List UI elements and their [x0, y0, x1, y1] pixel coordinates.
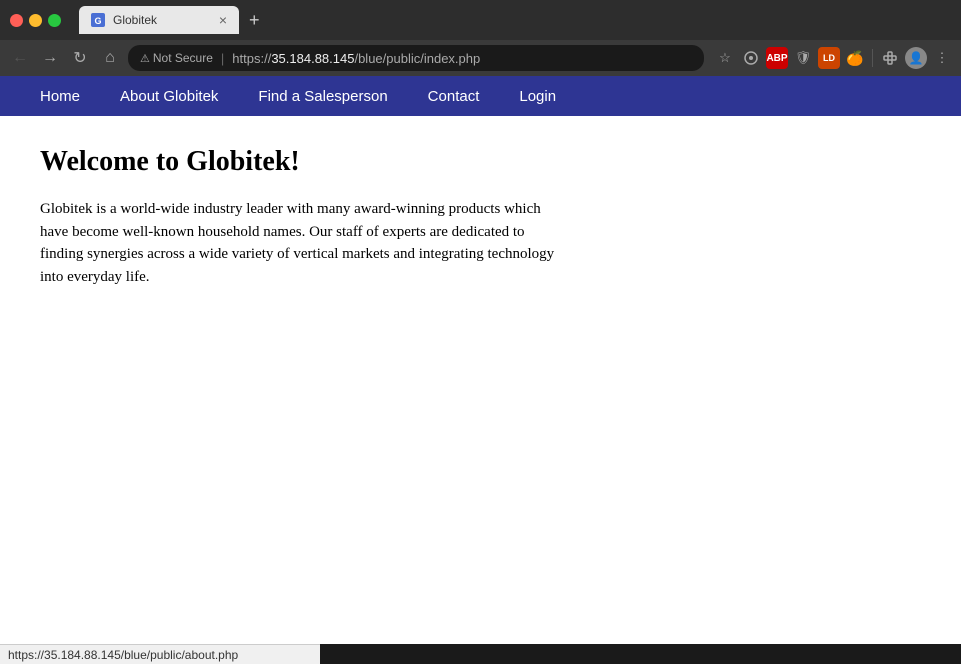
nav-item-contact[interactable]: Contact — [408, 78, 500, 115]
ld-button[interactable]: LD — [818, 47, 840, 69]
url-host: 35.184.88.145 — [271, 51, 354, 66]
toolbar-divider — [872, 49, 873, 67]
security-warning: ⚠ Not Secure — [140, 51, 213, 65]
close-window-button[interactable] — [10, 14, 23, 27]
forward-icon: → — [42, 49, 58, 67]
reload-icon: ↻ — [73, 48, 86, 68]
profile-avatar[interactable]: 👤 — [905, 47, 927, 69]
tab-title: Globitek — [113, 13, 157, 27]
address-divider: | — [221, 51, 224, 66]
shield-icon[interactable]: 🛡 — [792, 47, 814, 69]
url-prefix: https:// — [232, 51, 271, 66]
extensions-button[interactable] — [879, 47, 901, 69]
home-button[interactable]: ⌂ — [98, 46, 122, 70]
more-menu-button[interactable]: ⋮ — [931, 47, 953, 69]
browser-tab[interactable]: G Globitek × — [79, 6, 239, 34]
back-button[interactable]: ← — [8, 46, 32, 70]
nav-item-home[interactable]: Home — [20, 78, 100, 115]
new-tab-button[interactable]: + — [243, 10, 266, 31]
nav-item-find-salesperson[interactable]: Find a Salesperson — [238, 78, 407, 115]
page-content: Welcome to Globitek! Globitek is a world… — [0, 116, 961, 318]
status-url: https://35.184.88.145/blue/public/about.… — [8, 648, 238, 662]
site-navbar: Home About Globitek Find a Salesperson C… — [0, 76, 961, 116]
minimize-window-button[interactable] — [29, 14, 42, 27]
emoji-icon[interactable]: 🍊 — [844, 47, 866, 69]
address-url: https://35.184.88.145/blue/public/index.… — [232, 51, 480, 66]
back-icon: ← — [12, 49, 28, 67]
svg-text:G: G — [94, 16, 101, 26]
webpage: Home About Globitek Find a Salesperson C… — [0, 76, 961, 644]
url-path: /blue/public/index.php — [354, 51, 480, 66]
extension-icon[interactable] — [740, 47, 762, 69]
nav-item-about[interactable]: About Globitek — [100, 78, 238, 115]
security-label: Not Secure — [153, 51, 213, 65]
bookmark-button[interactable]: ☆ — [714, 47, 736, 69]
tab-close-button[interactable]: × — [219, 13, 227, 27]
toolbar-icons: ☆ ABP 🛡 LD 🍊 👤 ⋮ — [714, 47, 953, 69]
tab-bar: G Globitek × + — [79, 6, 951, 34]
warning-triangle-icon: ⚠ — [140, 52, 150, 65]
reload-button[interactable]: ↻ — [68, 46, 92, 70]
maximize-window-button[interactable] — [48, 14, 61, 27]
status-bar: https://35.184.88.145/blue/public/about.… — [0, 644, 320, 664]
page-body-text: Globitek is a world-wide industry leader… — [40, 198, 560, 288]
tab-favicon-icon: G — [91, 13, 105, 27]
adblock-button[interactable]: ABP — [766, 47, 788, 69]
forward-button[interactable]: → — [38, 46, 62, 70]
address-bar[interactable]: ⚠ Not Secure | https://35.184.88.145/blu… — [128, 45, 704, 71]
home-icon: ⌂ — [105, 49, 115, 67]
title-bar: G Globitek × + — [0, 0, 961, 40]
nav-item-login[interactable]: Login — [499, 78, 576, 115]
window-controls — [10, 14, 61, 27]
address-bar-row: ← → ↻ ⌂ ⚠ Not Secure | https://35.184.88… — [0, 40, 961, 76]
page-title: Welcome to Globitek! — [40, 146, 921, 178]
browser-chrome: G Globitek × + ← → ↻ ⌂ ⚠ Not Secure | — [0, 0, 961, 76]
